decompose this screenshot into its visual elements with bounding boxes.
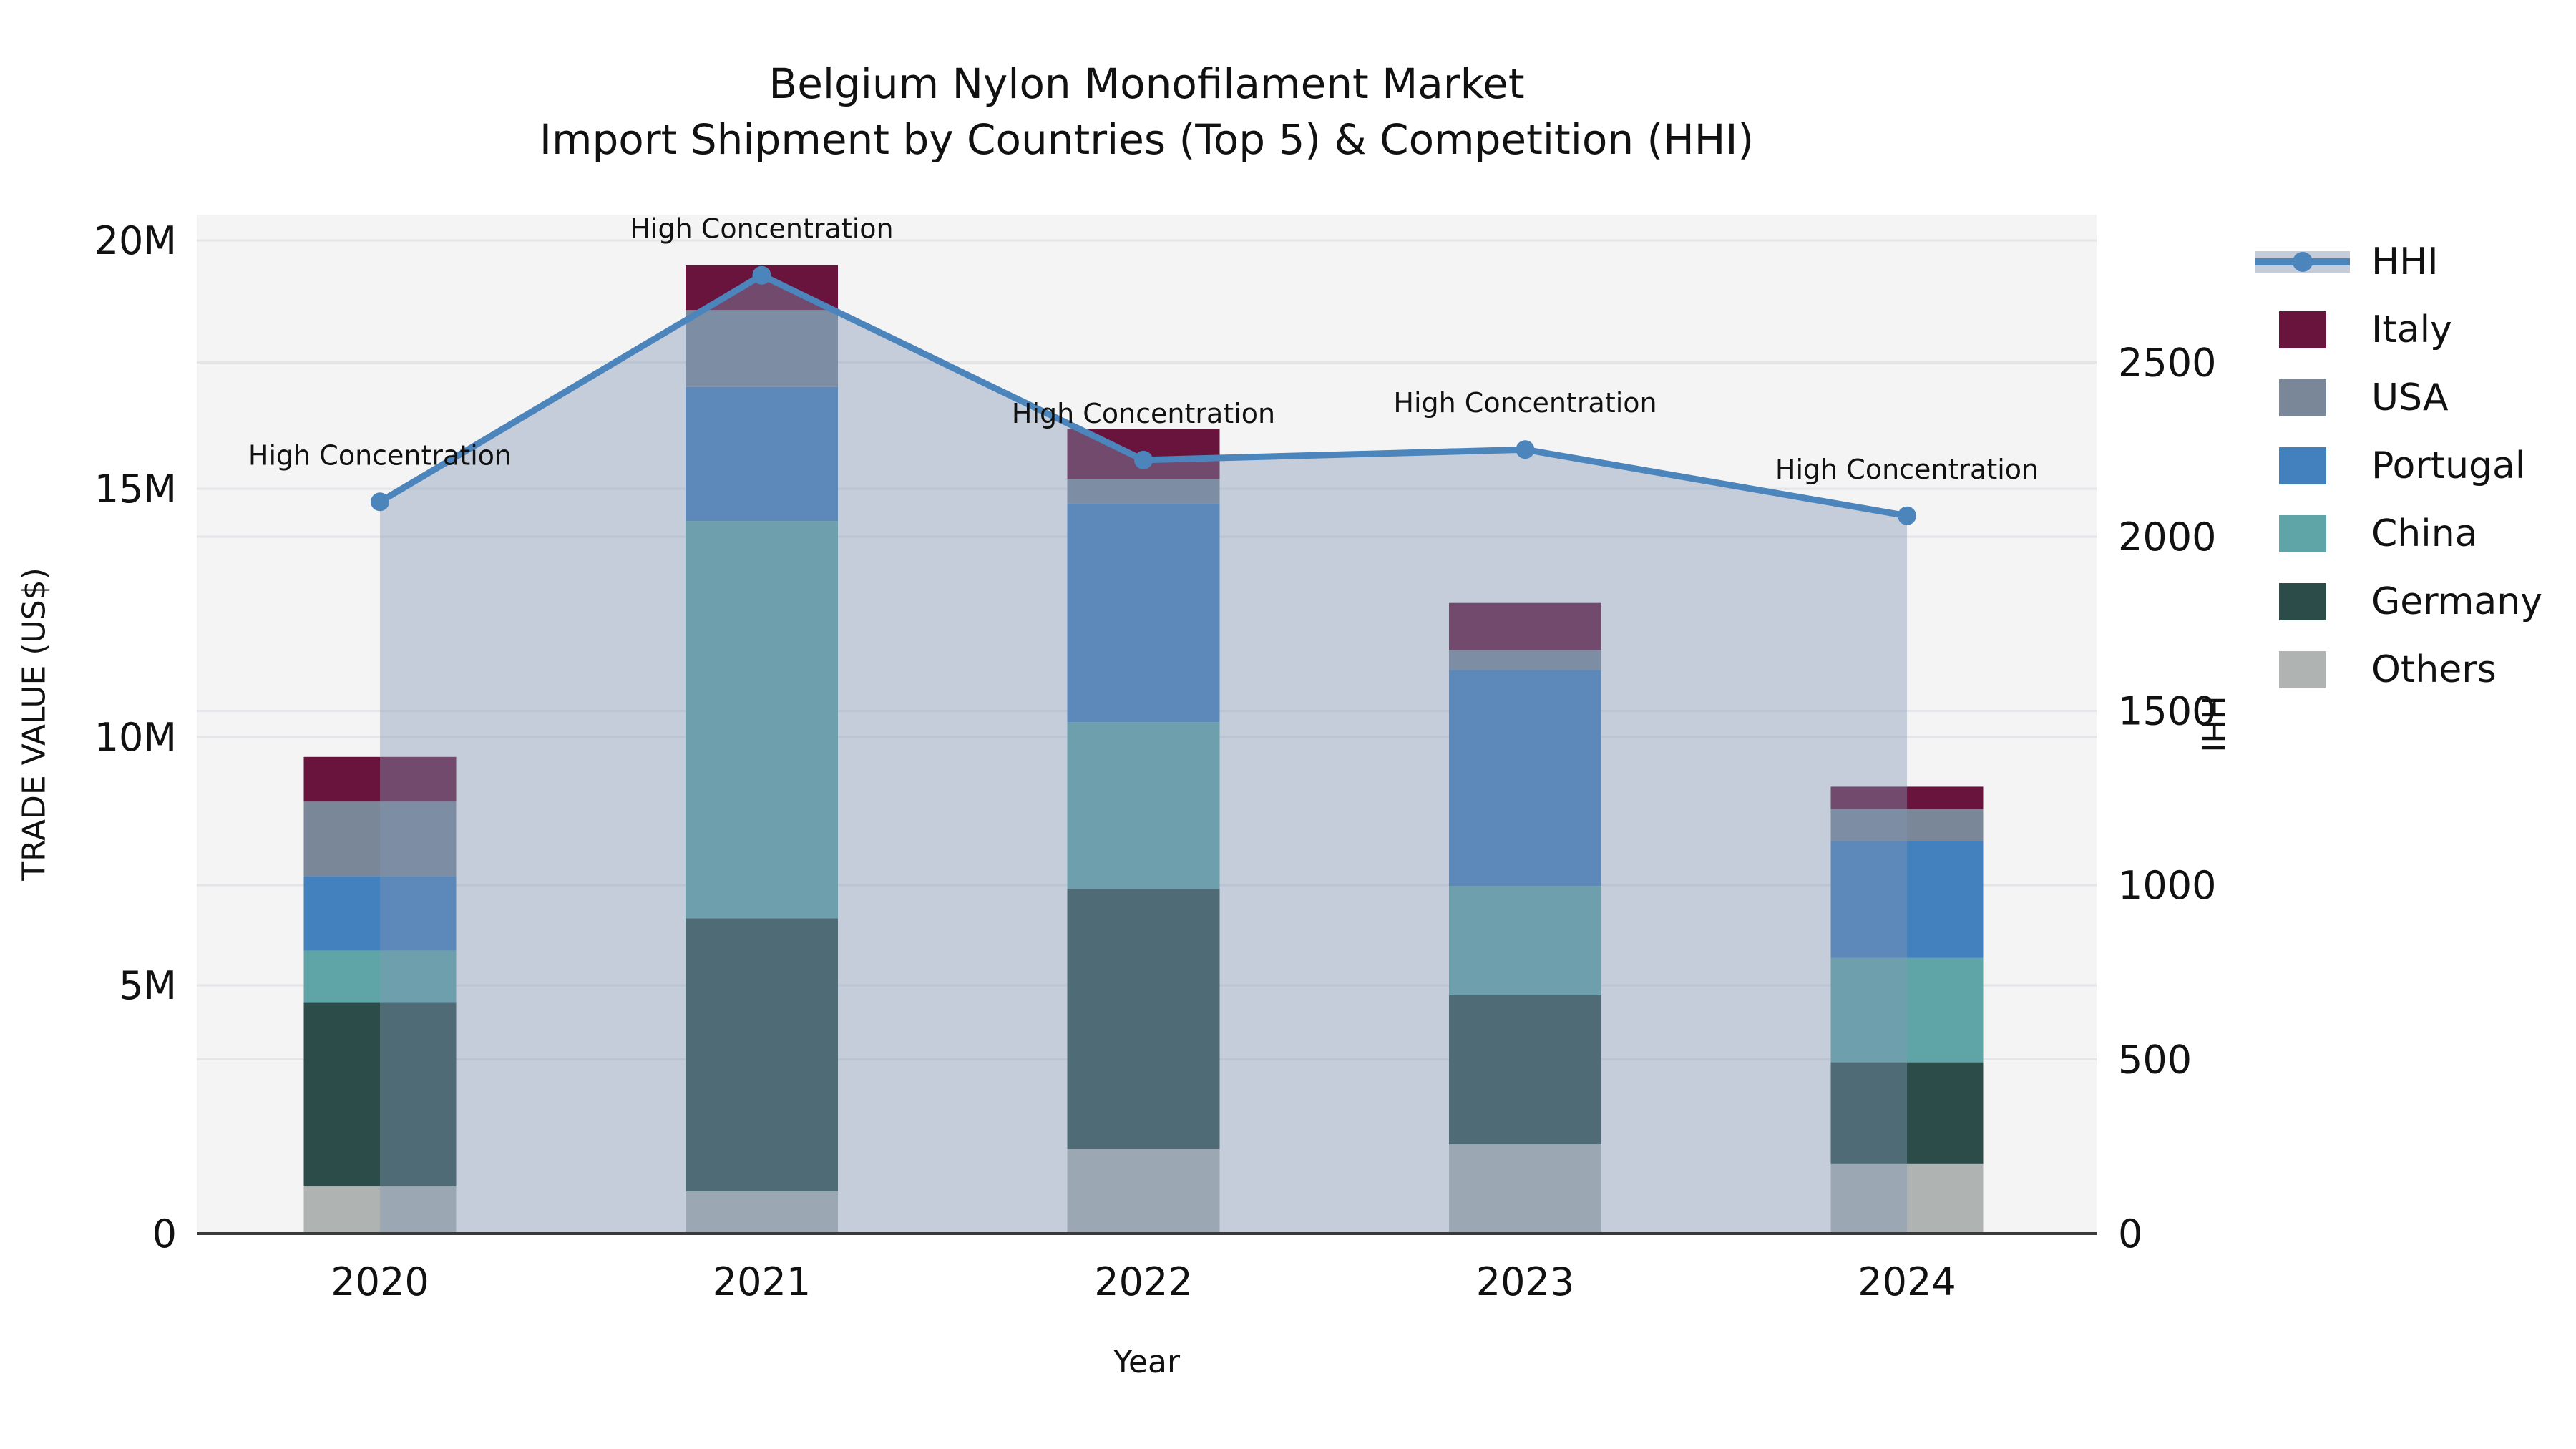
annotation-2020: High Concentration	[248, 439, 512, 471]
annotation-2024: High Concentration	[1775, 454, 2039, 485]
ytick-left-10M: 10M	[94, 715, 177, 760]
ytick-left-5M: 5M	[119, 963, 177, 1008]
legend-swatch-usa	[2255, 379, 2350, 416]
xtick-2024: 2024	[1858, 1259, 1956, 1304]
hhi-marker-2023	[1516, 440, 1535, 459]
ytick-right-1500: 1500	[2118, 688, 2216, 733]
legend-label-germany: Germany	[2371, 580, 2543, 623]
legend-item-italy: Italy	[2255, 296, 2542, 364]
hhi-marker-2024	[1898, 506, 1916, 525]
hhi-marker-icon	[2293, 251, 2313, 272]
color-swatch	[2279, 379, 2326, 416]
hhi-marker-2022	[1134, 450, 1153, 469]
hhi-marker-2020	[371, 492, 389, 512]
legend: HHI Italy USA Portugal China Germany Others	[2255, 228, 2542, 703]
legend-swatch-others	[2255, 650, 2350, 688]
legend-label-portugal: Portugal	[2371, 444, 2526, 487]
ytick-left-20M: 20M	[94, 218, 177, 263]
legend-swatch-china	[2255, 514, 2350, 552]
annotation-2022: High Concentration	[1012, 398, 1275, 429]
ytick-right-1000: 1000	[2118, 863, 2216, 908]
legend-swatch-germany	[2255, 582, 2350, 620]
combo-chart-plot: High Concentration High Concentration High…	[94, 213, 2217, 1304]
legend-label-china: China	[2371, 512, 2478, 555]
legend-label-usa: USA	[2371, 376, 2449, 419]
ytick-right-2000: 2000	[2118, 514, 2216, 560]
color-swatch	[2279, 582, 2326, 620]
legend-swatch-portugal	[2255, 447, 2350, 484]
legend-item-portugal: Portugal	[2255, 431, 2542, 499]
color-swatch	[2279, 514, 2326, 552]
xtick-2023: 2023	[1476, 1259, 1574, 1304]
annotation-2023: High Concentration	[1393, 387, 1657, 419]
legend-swatch-italy	[2255, 311, 2350, 348]
legend-item-china: China	[2255, 499, 2542, 567]
color-swatch	[2279, 447, 2326, 484]
ytick-left-15M: 15M	[94, 467, 177, 512]
legend-item-germany: Germany	[2255, 567, 2542, 635]
color-swatch	[2279, 311, 2326, 348]
legend-label-italy: Italy	[2371, 308, 2452, 351]
xtick-2021: 2021	[713, 1259, 811, 1304]
color-swatch	[2279, 650, 2326, 688]
legend-label-others: Others	[2371, 648, 2497, 691]
ytick-left-0: 0	[152, 1211, 177, 1257]
legend-hhi-line-icon	[2255, 243, 2350, 280]
xtick-2020: 2020	[331, 1259, 429, 1304]
xtick-2022: 2022	[1094, 1259, 1192, 1304]
annotation-2021: High Concentration	[630, 213, 893, 245]
chart-page: Belgium Nylon Monofilament Market Import…	[0, 0, 2576, 1449]
legend-item-hhi: HHI	[2255, 228, 2542, 296]
hhi-marker-2021	[752, 265, 771, 285]
ytick-right-0: 0	[2118, 1211, 2142, 1257]
legend-item-others: Others	[2255, 635, 2542, 703]
ytick-right-2500: 2500	[2118, 340, 2216, 385]
legend-item-usa: USA	[2255, 364, 2542, 431]
legend-label-hhi: HHI	[2371, 240, 2439, 283]
ytick-right-500: 500	[2118, 1037, 2192, 1082]
